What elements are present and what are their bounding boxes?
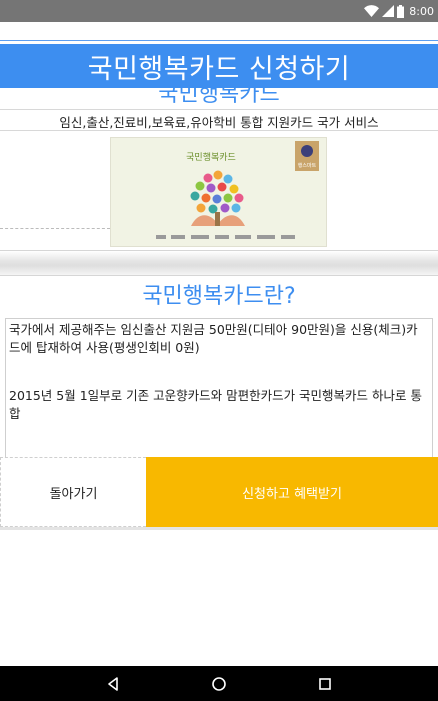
back-icon[interactable] xyxy=(105,676,121,692)
card-name-heading: 국민행복카드 xyxy=(158,88,280,107)
description-paragraph: 국가에서 제공해주는 임신출산 지원금 50만원(디테아 90만원)을 신용(체… xyxy=(9,322,418,355)
divider xyxy=(0,527,438,530)
back-button[interactable]: 돌아가기 xyxy=(0,457,146,527)
section-divider xyxy=(0,250,438,276)
wifi-icon xyxy=(364,5,380,17)
tagline: 임신,출산,진료비,보육료,유아학비 통합 지원카드 국가 서비스 xyxy=(59,115,379,130)
section-title: 국민행복카드란? xyxy=(142,284,296,309)
divider xyxy=(0,130,438,131)
description-box[interactable]: 국가에서 제공해주는 임신출산 지원금 50만원(디테아 90만원)을 신용(체… xyxy=(5,318,433,458)
button-row: 돌아가기 신청하고 혜택받기 xyxy=(0,457,438,527)
card-badge-text: 행스마트 xyxy=(298,162,317,169)
cellular-icon xyxy=(382,5,395,17)
dashed-guide xyxy=(0,228,110,229)
divider xyxy=(0,109,438,110)
apply-button[interactable]: 신청하고 혜택받기 xyxy=(146,457,438,527)
description-paragraph: 2015년 5월 1일부로 기존 고운향카드와 맘편한카드가 국민행복카드 하나… xyxy=(9,388,423,421)
page-title: 국민행복카드 신청하기 xyxy=(0,44,438,88)
status-bar: 8:00 xyxy=(0,0,438,22)
navigation-bar xyxy=(0,666,438,701)
card-logo-text: 국민행복카드 xyxy=(186,151,236,163)
status-time: 8:00 xyxy=(409,4,434,18)
status-icons: 8:00 xyxy=(364,3,434,19)
recents-icon[interactable] xyxy=(317,676,333,692)
home-icon[interactable] xyxy=(211,676,227,692)
card-banner-image: 국민행복카드 행스마트 xyxy=(110,137,327,247)
card-illustration: 국민행복카드 행스마트 xyxy=(111,138,326,246)
battery-icon xyxy=(397,4,405,18)
guide-line xyxy=(0,40,438,41)
